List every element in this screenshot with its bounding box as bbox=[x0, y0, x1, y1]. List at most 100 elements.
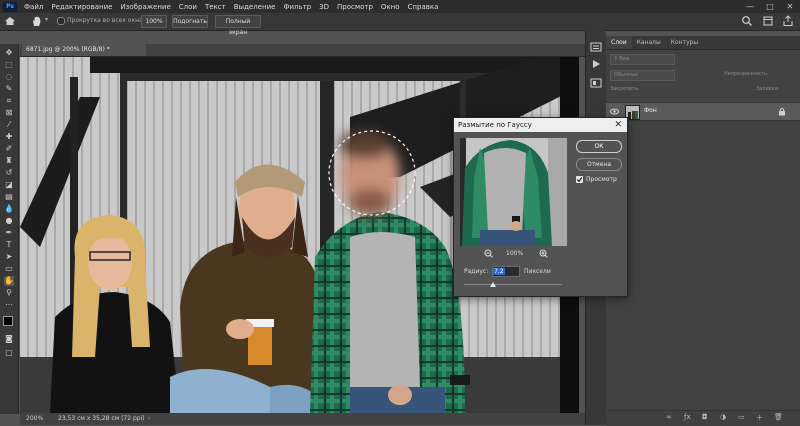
window-controls: — □ ✕ bbox=[740, 0, 800, 13]
hand-tool-icon[interactable] bbox=[30, 15, 44, 27]
layer-name[interactable]: Фон bbox=[644, 107, 657, 114]
preview-zoom-out-icon[interactable] bbox=[484, 249, 493, 258]
history-panel-icon[interactable] bbox=[590, 42, 602, 52]
layer-row-background[interactable]: Фон bbox=[606, 102, 800, 121]
visibility-eye-icon[interactable] bbox=[610, 107, 619, 116]
preview-checkbox[interactable] bbox=[576, 176, 583, 183]
status-doc-size: 23,53 см x 35,28 см (72 ppi) bbox=[58, 415, 145, 422]
layers-panel: Слои Каналы Контуры ⚲ Вид Обычные Непроз… bbox=[606, 36, 800, 426]
blur-tool-icon[interactable]: 💧 bbox=[4, 204, 14, 214]
share-icon[interactable] bbox=[782, 15, 794, 27]
link-layers-icon[interactable]: ∞ bbox=[666, 413, 672, 421]
menu-filter[interactable]: Фильтр bbox=[279, 3, 315, 11]
search-icon[interactable] bbox=[741, 15, 753, 27]
frame-tool-icon[interactable]: ⊠ bbox=[4, 108, 14, 118]
menu-select[interactable]: Выделение bbox=[230, 3, 280, 11]
radius-unit: Пиксели bbox=[524, 268, 551, 275]
workspace-icon[interactable] bbox=[763, 16, 773, 26]
shape-tool-icon[interactable]: ▭ bbox=[4, 264, 14, 274]
radius-label: Радиус: bbox=[464, 268, 489, 275]
new-layer-icon[interactable]: ＋ bbox=[756, 413, 763, 423]
type-tool-icon[interactable]: T bbox=[4, 240, 14, 250]
dodge-tool-icon[interactable]: ● bbox=[4, 216, 14, 226]
more-tools-icon[interactable]: ⋯ bbox=[4, 300, 14, 310]
maximize-button[interactable]: □ bbox=[760, 0, 780, 13]
layer-filter-select[interactable]: ⚲ Вид bbox=[610, 54, 675, 65]
lock-icon bbox=[778, 107, 786, 116]
radius-input[interactable]: 7,2 bbox=[492, 266, 520, 277]
blend-mode-select[interactable]: Обычные bbox=[610, 70, 675, 81]
status-arrow-icon[interactable]: › bbox=[148, 413, 150, 425]
eyedropper-tool-icon[interactable]: ⁄ bbox=[4, 120, 14, 130]
screen-mode-icon[interactable]: ▢ bbox=[4, 348, 14, 358]
history-brush-icon[interactable]: ↺ bbox=[4, 168, 14, 178]
actions-play-icon[interactable] bbox=[591, 59, 601, 69]
properties-panel-icon[interactable] bbox=[590, 78, 602, 88]
menu-layers[interactable]: Слои bbox=[175, 3, 201, 11]
scroll-all-checkbox[interactable] bbox=[57, 17, 65, 25]
path-select-tool-icon[interactable]: ➤ bbox=[4, 252, 14, 262]
cancel-button[interactable]: Отмена bbox=[576, 158, 622, 171]
dialog-title: Размытие по Гауссу bbox=[458, 121, 532, 129]
eraser-tool-icon[interactable]: ◪ bbox=[4, 180, 14, 190]
zoom-100-button[interactable]: 100% bbox=[141, 15, 167, 28]
tab-channels[interactable]: Каналы bbox=[632, 36, 666, 49]
fill-label: Заливка: bbox=[756, 86, 780, 92]
tab-layers[interactable]: Слои bbox=[606, 36, 632, 49]
artboard-tool-icon[interactable]: ⬚ bbox=[4, 60, 14, 70]
home-icon[interactable] bbox=[4, 16, 16, 26]
blur-preview[interactable] bbox=[460, 138, 567, 246]
lock-label: Закрепить: bbox=[610, 86, 640, 92]
radius-slider-thumb[interactable] bbox=[490, 282, 497, 287]
zoom-tool-icon[interactable]: ⚲ bbox=[4, 288, 14, 298]
move-tool-icon[interactable]: ✥ bbox=[4, 48, 14, 58]
menu-help[interactable]: Справка bbox=[404, 3, 443, 11]
quick-mask-icon[interactable]: ◙ bbox=[4, 334, 14, 344]
healing-tool-icon[interactable]: ✚ bbox=[4, 132, 14, 142]
menu-image[interactable]: Изображение bbox=[116, 3, 174, 11]
status-zoom[interactable]: 200% bbox=[26, 413, 43, 425]
tools-panel: ✥ ⬚ ◌ ✎ ⌗ ⊠ ⁄ ✚ ✐ ♜ ↺ ◪ ▤ 💧 ● ✒ T ➤ ▭ ✋ … bbox=[0, 44, 19, 414]
radius-value: 7,2 bbox=[493, 268, 505, 275]
delete-layer-icon[interactable]: 🗑 bbox=[774, 413, 783, 421]
lasso-tool-icon[interactable]: ◌ bbox=[4, 72, 14, 82]
gradient-tool-icon[interactable]: ▤ bbox=[4, 192, 14, 202]
minimize-button[interactable]: — bbox=[740, 0, 760, 13]
quick-select-tool-icon[interactable]: ✎ bbox=[4, 84, 14, 94]
menu-type[interactable]: Текст bbox=[201, 3, 230, 11]
menu-window[interactable]: Окно bbox=[377, 3, 404, 11]
preview-zoom-percent: 100% bbox=[506, 250, 524, 257]
preview-image bbox=[460, 138, 567, 246]
add-mask-icon[interactable]: ◘ bbox=[702, 413, 708, 421]
layer-style-icon[interactable]: ƒx bbox=[684, 413, 691, 421]
crop-tool-icon[interactable]: ⌗ bbox=[4, 96, 14, 106]
tab-paths[interactable]: Контуры bbox=[666, 36, 703, 49]
dialog-titlebar[interactable]: Размытие по Гауссу ✕ bbox=[454, 118, 627, 132]
status-bar: 200% 23,53 см x 35,28 см (72 ppi) › bbox=[20, 413, 585, 425]
menu-file[interactable]: Файл bbox=[20, 3, 47, 11]
foreground-color-swatch[interactable] bbox=[3, 316, 13, 326]
layers-footer: ∞ ƒx ◘ ◑ ▭ ＋ 🗑 bbox=[606, 410, 800, 426]
fit-screen-button[interactable]: Подогнать bbox=[172, 15, 208, 28]
preview-label: Просмотр bbox=[586, 176, 617, 183]
brush-tool-icon[interactable]: ✐ bbox=[4, 144, 14, 154]
preview-zoom-in-icon[interactable] bbox=[539, 249, 548, 258]
radius-slider-track[interactable] bbox=[464, 284, 562, 285]
menu-bar: Ps Файл Редактирование Изображение Слои … bbox=[0, 0, 800, 13]
scroll-all-label: Прокрутка во всех окнах bbox=[67, 17, 147, 24]
adjustment-layer-icon[interactable]: ◑ bbox=[720, 413, 726, 421]
stamp-tool-icon[interactable]: ♜ bbox=[4, 156, 14, 166]
dialog-close-icon[interactable]: ✕ bbox=[614, 118, 622, 132]
new-group-icon[interactable]: ▭ bbox=[738, 413, 745, 421]
menu-view[interactable]: Просмотр bbox=[333, 3, 377, 11]
photoshop-logo: Ps bbox=[3, 1, 17, 12]
menu-3d[interactable]: 3D bbox=[315, 3, 333, 11]
ok-button[interactable]: ОК bbox=[576, 140, 622, 153]
hand-tool-active-icon[interactable]: ✋ bbox=[4, 276, 14, 286]
fullscreen-button[interactable]: Полный экран bbox=[215, 15, 261, 36]
document-tab[interactable]: 6871.jpg @ 200% (RGB/8) * bbox=[22, 44, 146, 56]
pen-tool-icon[interactable]: ✒ bbox=[4, 228, 14, 238]
gaussian-blur-dialog: Размытие по Гауссу ✕ 100% Радиус: 7,2 Пи… bbox=[453, 117, 628, 297]
menu-edit[interactable]: Редактирование bbox=[47, 3, 116, 11]
close-window-button[interactable]: ✕ bbox=[780, 0, 800, 13]
